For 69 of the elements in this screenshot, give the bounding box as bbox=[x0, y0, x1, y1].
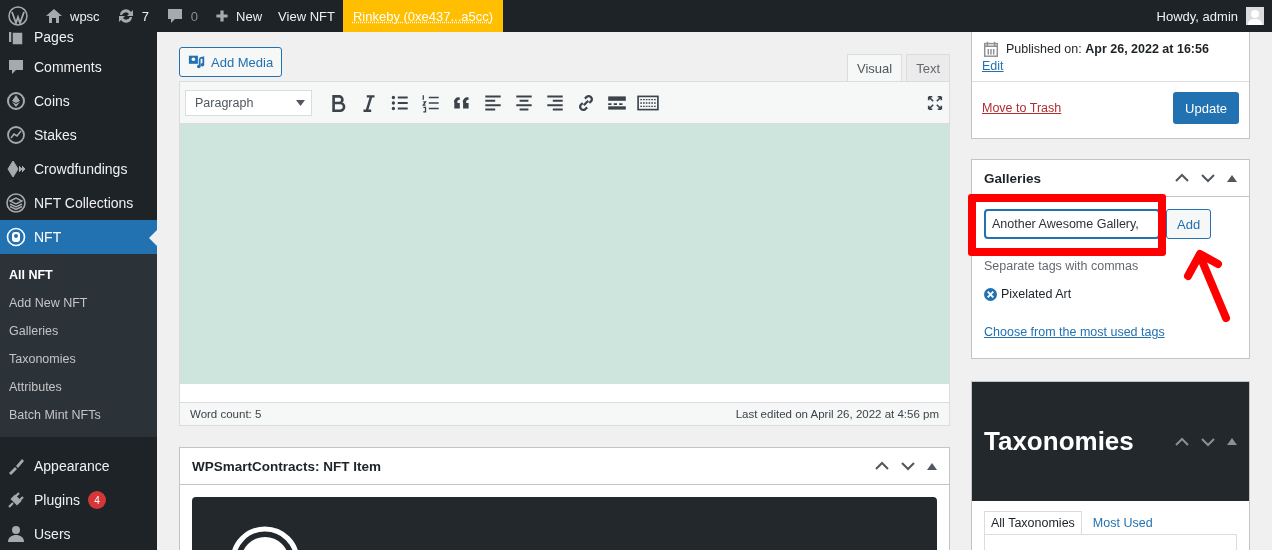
collapse-icon[interactable] bbox=[1227, 174, 1237, 182]
move-down-icon[interactable] bbox=[1201, 173, 1215, 183]
sidebar-item[interactable]: Coins bbox=[0, 84, 157, 118]
add-media-button[interactable]: Add Media bbox=[179, 47, 283, 77]
format-dropdown[interactable]: Paragraph bbox=[185, 89, 312, 116]
home-icon bbox=[44, 6, 64, 26]
remove-icon[interactable] bbox=[984, 287, 997, 301]
tag-label: Pixelated Art bbox=[1001, 287, 1072, 301]
published-date: Published on: Apr 26, 2022 at 16:56 bbox=[1006, 42, 1209, 56]
account-link[interactable]: Howdy, admin bbox=[1148, 0, 1246, 32]
submenu-item[interactable]: Batch Mint NFTs bbox=[0, 401, 157, 429]
media-icon bbox=[188, 53, 206, 71]
box-title: Galleries bbox=[984, 170, 1042, 186]
calendar-icon bbox=[982, 40, 1000, 58]
sidebar-item[interactable]: Plugins 4 bbox=[0, 483, 157, 517]
taxonomy-tab[interactable]: Most Used bbox=[1085, 511, 1160, 534]
edit-link[interactable]: Edit bbox=[982, 59, 1004, 73]
move-down-icon[interactable] bbox=[901, 461, 915, 471]
box-title: Taxonomies bbox=[984, 426, 1134, 457]
word-count: Word count: 5 bbox=[190, 408, 262, 420]
most-used-link[interactable]: Choose from the most used tags bbox=[984, 325, 1237, 339]
submenu-item[interactable]: Attributes bbox=[0, 373, 157, 401]
box-title: WPSmartContracts: NFT Item bbox=[192, 458, 382, 474]
view-link[interactable]: View NFT bbox=[270, 0, 343, 32]
update-button[interactable]: Update bbox=[1173, 92, 1239, 124]
count-badge: 4 bbox=[87, 491, 106, 509]
comments-link[interactable]: 0 bbox=[156, 0, 207, 32]
robot-icon bbox=[6, 227, 26, 247]
plug-icon bbox=[6, 490, 26, 510]
wordpress-logo-icon bbox=[8, 6, 28, 26]
diamond-icon bbox=[6, 159, 26, 179]
robot-logo-icon bbox=[230, 525, 300, 550]
move-up-icon[interactable] bbox=[1175, 173, 1189, 183]
sidebar-item[interactable]: Comments bbox=[0, 50, 157, 84]
sidebar-item[interactable]: NFT bbox=[0, 220, 157, 254]
collapse-icon[interactable] bbox=[1227, 438, 1237, 445]
sidebar-item[interactable]: Pages bbox=[0, 32, 157, 50]
sidebar-item[interactable]: Appearance bbox=[0, 449, 157, 483]
editor-tab[interactable]: Text bbox=[906, 54, 950, 81]
site-link[interactable]: wpsc bbox=[36, 0, 108, 32]
submenu-item[interactable]: Galleries bbox=[0, 317, 157, 345]
move-up-icon[interactable] bbox=[875, 461, 889, 471]
fullscreen-icon bbox=[926, 93, 944, 112]
sidebar-item[interactable]: Stakes bbox=[0, 118, 157, 152]
coin-icon bbox=[6, 91, 26, 111]
taxonomy-tab[interactable]: All Taxonomies bbox=[984, 511, 1082, 534]
sidebar-item[interactable]: Users bbox=[0, 517, 157, 550]
move-up-icon[interactable] bbox=[1175, 436, 1189, 447]
editor-tab[interactable]: Visual bbox=[846, 54, 903, 81]
collapse-icon[interactable] bbox=[927, 462, 937, 470]
comment-icon bbox=[6, 57, 26, 77]
submenu-item[interactable]: Taxonomies bbox=[0, 345, 157, 373]
add-button[interactable]: Add bbox=[1166, 209, 1212, 239]
sidebar-item[interactable]: Crowdfundings bbox=[0, 152, 157, 186]
updates-link[interactable]: 7 bbox=[107, 0, 157, 32]
submenu-item[interactable]: All NFT bbox=[0, 261, 157, 289]
plus-icon bbox=[214, 8, 231, 24]
sidebar-item[interactable]: NFT Collections bbox=[0, 186, 157, 220]
tag-input-field[interactable]: Another Awesome Gallery, bbox=[984, 209, 1160, 239]
last-edited: Last edited on April 26, 2022 at 4:56 pm bbox=[735, 408, 939, 420]
caret-icon bbox=[296, 99, 305, 106]
submenu-item[interactable]: Add New NFT bbox=[0, 289, 157, 317]
move-down-icon[interactable] bbox=[1201, 436, 1215, 447]
chart-icon bbox=[6, 125, 26, 145]
user-icon bbox=[6, 524, 26, 544]
new-link[interactable]: New bbox=[206, 0, 271, 32]
hint-text: Separate tags with commas bbox=[984, 259, 1140, 273]
layers-icon bbox=[6, 193, 26, 213]
trash-link[interactable]: Move to Trash bbox=[982, 101, 1062, 115]
